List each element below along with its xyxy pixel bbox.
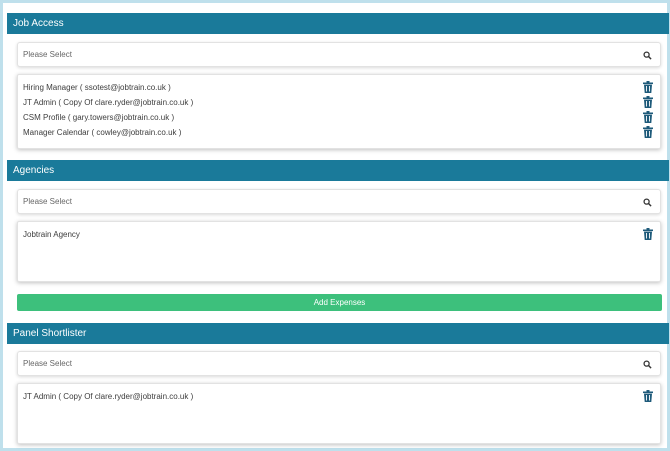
page-frame: Job Access Please Select Hiring Manager … [0, 0, 670, 451]
job-access-select[interactable]: Please Select [17, 42, 661, 67]
list-item-label: Manager Calendar ( cowley@jobtrain.co.uk… [23, 128, 182, 137]
list-item-label: CSM Profile ( gary.towers@jobtrain.co.uk… [23, 113, 175, 122]
list-item: Hiring Manager ( ssotest@jobtrain.co.uk … [23, 80, 660, 95]
job-access-list: Hiring Manager ( ssotest@jobtrain.co.uk … [17, 74, 661, 149]
job-access-header: Job Access [7, 13, 669, 34]
list-item: Manager Calendar ( cowley@jobtrain.co.uk… [23, 125, 660, 140]
search-icon[interactable] [643, 360, 652, 369]
job-access-select-placeholder: Please Select [23, 50, 72, 59]
list-item-label: JT Admin ( Copy Of clare.ryder@jobtrain.… [23, 98, 194, 107]
list-item-label: Jobtrain Agency [23, 230, 80, 239]
trash-icon[interactable] [643, 111, 653, 123]
list-item-label: Hiring Manager ( ssotest@jobtrain.co.uk … [23, 83, 171, 92]
trash-icon[interactable] [643, 390, 653, 402]
search-icon[interactable] [643, 51, 652, 60]
panel-shortlister-select[interactable]: Please Select [17, 351, 661, 376]
list-item: JT Admin ( Copy Of clare.ryder@jobtrain.… [23, 389, 660, 404]
list-item: JT Admin ( Copy Of clare.ryder@jobtrain.… [23, 95, 660, 110]
panel-shortlister-select-placeholder: Please Select [23, 359, 72, 368]
list-item: Jobtrain Agency [23, 227, 660, 242]
agencies-select[interactable]: Please Select [17, 189, 661, 214]
trash-icon[interactable] [643, 228, 653, 240]
search-icon[interactable] [643, 198, 652, 207]
panel-shortlister-header: Panel Shortlister [7, 323, 669, 344]
agencies-select-placeholder: Please Select [23, 197, 72, 206]
list-item: CSM Profile ( gary.towers@jobtrain.co.uk… [23, 110, 660, 125]
trash-icon[interactable] [643, 81, 653, 93]
agencies-header: Agencies [7, 160, 669, 181]
list-item-label: JT Admin ( Copy Of clare.ryder@jobtrain.… [23, 392, 194, 401]
agencies-list: Jobtrain Agency [17, 221, 661, 282]
add-expenses-button[interactable]: Add Expenses [17, 294, 662, 311]
trash-icon[interactable] [643, 126, 653, 138]
trash-icon[interactable] [643, 96, 653, 108]
panel-shortlister-list: JT Admin ( Copy Of clare.ryder@jobtrain.… [17, 383, 661, 444]
